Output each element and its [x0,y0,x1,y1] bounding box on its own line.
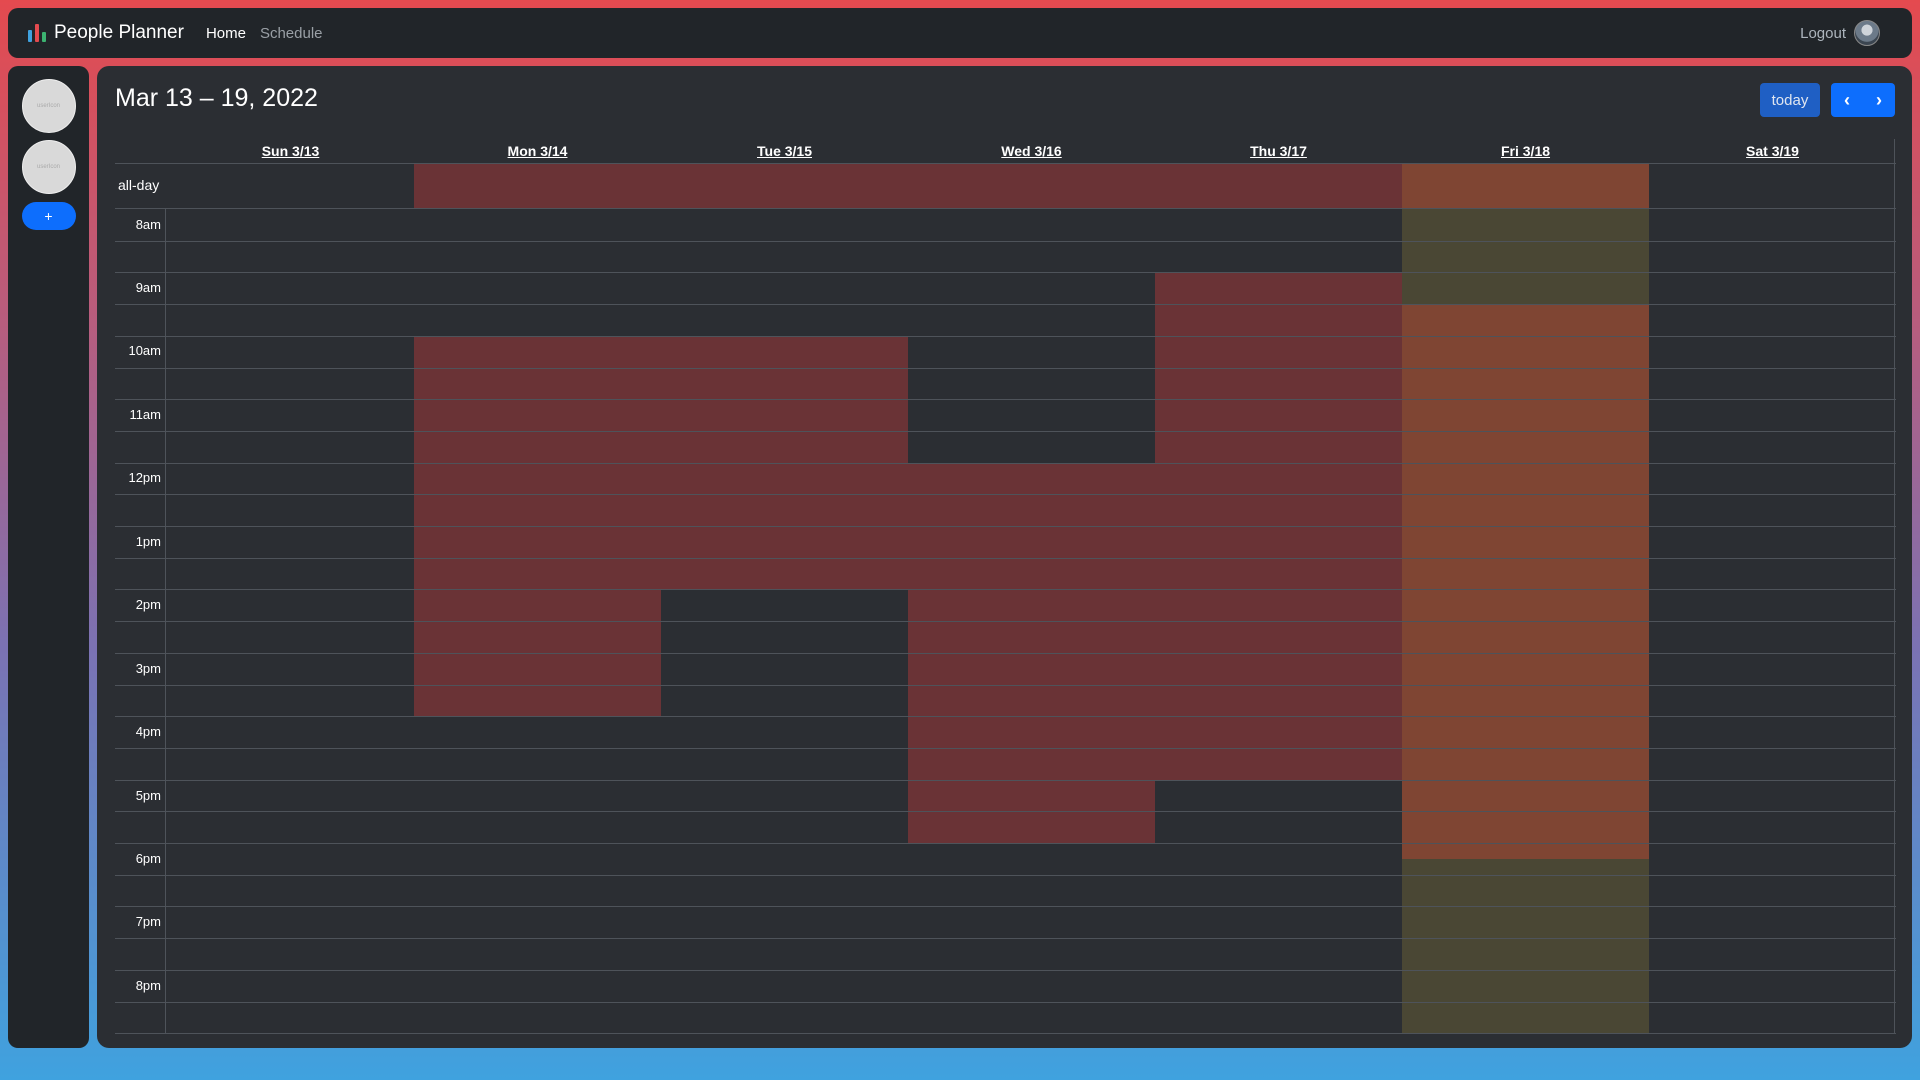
all-day-busy-block[interactable] [1402,164,1649,208]
day-header-wed[interactable]: Wed 3/16 [908,139,1155,163]
week-grid: Sun 3/13 Mon 3/14 Tue 3/15 Wed 3/16 Thu … [115,139,1896,1034]
event-block[interactable] [1402,304,1649,859]
time-label: 7pm [135,914,161,929]
time-label: 2pm [135,597,161,612]
grid-line [115,494,1896,495]
time-label: 10am [128,343,161,358]
grid-line [115,621,1896,622]
day-header-sun[interactable]: Sun 3/13 [167,139,414,163]
grid-line [115,716,1896,717]
grid-line [115,748,1896,749]
grid-line [115,208,1896,209]
grid-line [115,906,1896,907]
calendar-panel: Mar 13 – 19, 2022 today ‹ › Sun 3/13 Mon… [97,66,1912,1048]
time-label: 11am [129,407,161,422]
grid-line [115,875,1896,876]
nav-right: Logout [1800,20,1880,46]
grid-line [115,843,1896,844]
day-header-thu[interactable]: Thu 3/17 [1155,139,1402,163]
grid-line [115,558,1896,559]
people-sidebar: userIcon userIcon + [8,66,89,1048]
grid-line [115,399,1896,400]
time-label: 9am [135,280,161,295]
person-avatar-2[interactable]: userIcon [21,140,76,194]
grid-line [115,653,1896,654]
grid-line [115,811,1896,812]
user-avatar[interactable] [1854,20,1880,46]
person-avatar-1[interactable]: userIcon [21,79,76,133]
grid-line [115,589,1896,590]
brand-name: People Planner [54,22,184,43]
chevron-left-icon[interactable]: ‹ [1831,90,1863,111]
nav-button-group: ‹ › [1831,83,1895,117]
grid-line [115,463,1896,464]
time-label: 1pm [135,534,161,549]
nav-home[interactable]: Home [206,25,246,42]
calendar-title: Mar 13 – 19, 2022 [115,84,318,112]
grid-line [115,241,1896,242]
person-placeholder-text: userIcon [36,103,60,109]
day-header-sat[interactable]: Sat 3/19 [1649,139,1896,163]
grid-line [115,780,1896,781]
grid-line [115,431,1896,432]
time-label: 12pm [128,470,161,485]
day-header-tue[interactable]: Tue 3/15 [661,139,908,163]
all-day-label: all-day [118,177,160,193]
add-person-button[interactable]: + [21,202,76,230]
time-label: 5pm [135,788,161,803]
grid-line [115,1002,1896,1003]
event-block[interactable] [1402,859,1649,1034]
chevron-right-icon[interactable]: › [1863,90,1895,111]
today-button[interactable]: today [1760,83,1820,117]
grid-line [115,938,1896,939]
time-label: 8am [135,217,161,232]
grid-right-border [1894,139,1895,1034]
grid-line [115,526,1896,527]
all-day-busy-block[interactable] [414,164,1402,208]
person-placeholder-text: userIcon [36,164,60,170]
time-label: 4pm [135,724,161,739]
brand[interactable]: People Planner [28,22,184,44]
nav-schedule[interactable]: Schedule [260,25,323,42]
day-header-mon[interactable]: Mon 3/14 [414,139,661,163]
grid-line [115,336,1896,337]
time-label: 8pm [135,978,161,993]
logout-link[interactable]: Logout [1800,25,1846,42]
time-label: 3pm [135,661,161,676]
day-header-fri[interactable]: Fri 3/18 [1402,139,1649,163]
grid-line [115,368,1896,369]
grid-line [115,970,1896,971]
grid-line [115,685,1896,686]
event-block[interactable] [1402,209,1649,304]
bar-chart-logo-icon [28,24,46,42]
grid-line [115,272,1896,273]
grid-line [115,163,1896,164]
time-label: 6pm [135,851,161,866]
time-axis-divider [165,209,166,1034]
grid-line [115,1033,1896,1034]
top-navbar: People Planner Home Schedule Logout [8,8,1912,58]
grid-line [115,304,1896,305]
